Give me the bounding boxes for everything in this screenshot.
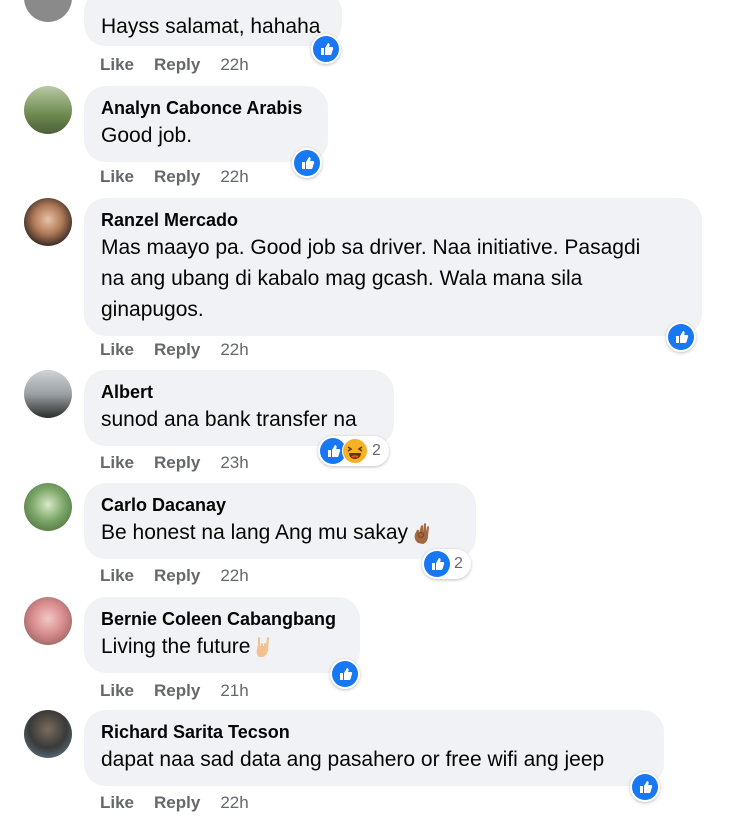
reaction-summary[interactable]: 2: [318, 436, 389, 466]
reply-button[interactable]: Reply: [154, 339, 200, 361]
reply-button[interactable]: Reply: [154, 792, 200, 814]
comment-actions: Like Reply 21h: [100, 680, 269, 702]
like-reaction-icon: [294, 150, 320, 176]
like-button[interactable]: Like: [100, 565, 134, 587]
avatar[interactable]: [24, 0, 72, 22]
comment-thread: Hayss salamat, hahaha Like Reply 22h Analy…: [0, 0, 750, 822]
comment-text: Living the future: [101, 631, 343, 662]
comment-text: dapat naa sad data ang pasahero or free …: [101, 748, 605, 771]
comment-author[interactable]: Richard Sarita Tecson: [101, 720, 647, 744]
reply-button[interactable]: Reply: [154, 54, 200, 76]
like-button[interactable]: Like: [100, 339, 134, 361]
comment-timestamp[interactable]: 22h: [220, 339, 248, 361]
like-button[interactable]: Like: [100, 680, 134, 702]
avatar[interactable]: [24, 86, 72, 134]
comment-bubble: Bernie Coleen Cabangbang Living the futu…: [84, 597, 360, 673]
comment-timestamp[interactable]: 22h: [220, 792, 248, 814]
comment-bubble: Richard Sarita Tecson dapat naa sad data…: [84, 710, 664, 786]
ok-hand-emoji-icon: [414, 523, 430, 545]
comment-timestamp[interactable]: 22h: [220, 565, 248, 587]
comment-text: Good job.: [101, 124, 193, 147]
comment-author[interactable]: Analyn Cabonce Arabis: [101, 96, 311, 120]
comment-actions: Like Reply 22h: [100, 54, 269, 76]
like-reaction-icon: [424, 551, 450, 577]
comment-author[interactable]: Bernie Coleen Cabangbang: [101, 607, 343, 631]
comment-bubble: Carlo Dacanay Be honest na lang Ang mu s…: [84, 483, 476, 559]
comment-timestamp[interactable]: 21h: [220, 680, 248, 702]
comment-actions: Like Reply 22h: [100, 565, 269, 587]
comment-bubble: Ranzel Mercado Mas maayo pa. Good job sa…: [84, 198, 702, 336]
reaction-summary[interactable]: [666, 322, 696, 352]
reply-button[interactable]: Reply: [154, 680, 200, 702]
like-button[interactable]: Like: [100, 166, 134, 188]
comment-text-line: na ang ubang di kabalo mag gcash. Wala m…: [101, 267, 583, 290]
comment-actions: Like Reply 23h: [100, 452, 269, 474]
avatar[interactable]: [24, 370, 72, 418]
comment-timestamp[interactable]: 22h: [220, 166, 248, 188]
comment-author[interactable]: Ranzel Mercado: [101, 208, 685, 232]
reaction-summary[interactable]: [630, 772, 660, 802]
comment-bubble: Albert sunod ana bank transfer na: [84, 370, 394, 446]
reply-button[interactable]: Reply: [154, 565, 200, 587]
comment-text: sunod ana bank transfer na: [101, 408, 357, 431]
comment-text-line: Mas maayo pa. Good job sa driver. Naa in…: [101, 236, 641, 259]
haha-reaction-icon: [342, 438, 368, 464]
comment-timestamp[interactable]: 23h: [220, 452, 248, 474]
reaction-count: 2: [454, 555, 463, 572]
comment-actions: Like Reply 22h: [100, 339, 269, 361]
comment-bubble: Analyn Cabonce Arabis Good job.: [84, 86, 328, 162]
reaction-count: 2: [372, 442, 381, 459]
like-reaction-icon: [668, 324, 694, 350]
reaction-summary[interactable]: [330, 659, 360, 689]
comment-timestamp[interactable]: 22h: [220, 54, 248, 76]
comment-text-body: Living the future: [101, 635, 251, 658]
rock-on-emoji-icon: [257, 637, 270, 658]
comment-text-line: ginapugos.: [101, 298, 204, 321]
reply-button[interactable]: Reply: [154, 166, 200, 188]
like-reaction-icon: [332, 661, 358, 687]
comment-text: Hayss salamat, hahaha: [101, 15, 321, 38]
reaction-summary[interactable]: [311, 34, 341, 64]
comment-actions: Like Reply 22h: [100, 166, 269, 188]
comment-text-body: Be honest na lang Ang mu sakay: [101, 521, 409, 544]
comment-author[interactable]: Albert: [101, 380, 377, 404]
avatar[interactable]: [24, 597, 72, 645]
avatar[interactable]: [24, 483, 72, 531]
comment-author[interactable]: Carlo Dacanay: [101, 493, 459, 517]
like-reaction-icon: [313, 36, 339, 62]
avatar[interactable]: [24, 710, 72, 758]
like-button[interactable]: Like: [100, 452, 134, 474]
like-button[interactable]: Like: [100, 54, 134, 76]
like-reaction-icon: [632, 774, 658, 800]
comment-bubble: Hayss salamat, hahaha: [84, 0, 342, 46]
reaction-summary[interactable]: [292, 148, 322, 178]
reaction-summary[interactable]: 2: [422, 549, 471, 579]
avatar[interactable]: [24, 198, 72, 246]
reply-button[interactable]: Reply: [154, 452, 200, 474]
like-button[interactable]: Like: [100, 792, 134, 814]
comment-text: Be honest na lang Ang mu sakay: [101, 517, 459, 548]
comment-actions: Like Reply 22h: [100, 792, 269, 814]
